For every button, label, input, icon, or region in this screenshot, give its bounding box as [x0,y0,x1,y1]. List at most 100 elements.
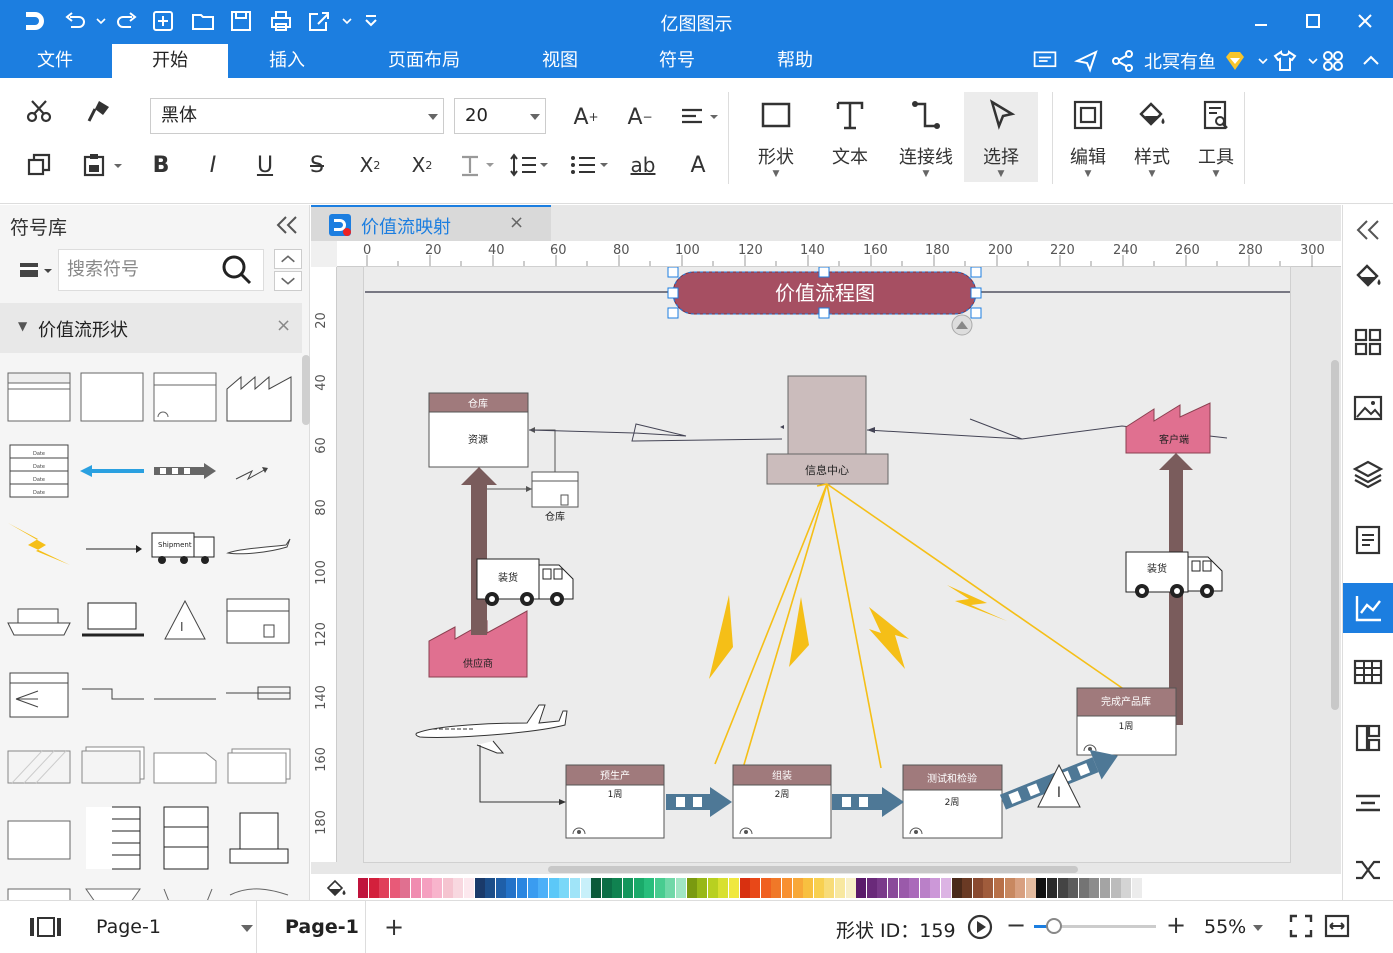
text-button[interactable]: 文本 [818,92,882,182]
color-swatch[interactable] [538,878,549,898]
user-dropdown-icon[interactable] [1250,48,1268,74]
color-swatch[interactable] [888,878,898,898]
strikethrough-icon[interactable]: S [302,150,332,180]
color-swatch[interactable] [707,878,718,898]
color-swatch[interactable] [1036,878,1047,898]
open-folder-icon[interactable] [190,8,216,34]
expand-panel-icon[interactable] [1351,213,1385,247]
color-swatch[interactable] [559,878,570,898]
subscript-icon[interactable]: X2 [406,150,438,180]
value-stream-diagram[interactable]: 价值流程图 仓库 资源 仓库 信息中心 客户端 供应商 装货 装货 预生产 1周… [337,267,1341,862]
apps-grid-icon[interactable] [1320,48,1346,74]
color-swatch[interactable] [665,878,676,898]
color-swatch[interactable] [411,878,421,898]
color-swatch[interactable] [623,878,633,898]
format-painter-icon[interactable] [84,96,114,126]
image-icon[interactable] [1351,391,1385,425]
color-swatch[interactable] [866,878,877,898]
style-button[interactable]: 样式 ▼ [1120,92,1184,182]
color-swatch[interactable] [432,878,443,898]
user-name[interactable]: 北冥有鱼 [1144,48,1216,74]
page-dropdown-icon[interactable] [240,923,254,933]
library-manager-icon[interactable] [16,257,56,285]
play-icon[interactable] [966,913,994,941]
color-swatch[interactable] [835,878,845,898]
color-swatch[interactable] [591,878,602,898]
line-spacing-icon[interactable] [506,150,550,180]
color-swatch[interactable] [994,878,1004,898]
color-swatch[interactable] [506,878,517,898]
collapse-panel-icon[interactable] [274,213,300,237]
color-swatch[interactable] [358,878,368,898]
color-swatch[interactable] [898,878,909,898]
color-swatch[interactable] [1047,878,1057,898]
edit-button[interactable]: 编辑 ▼ [1056,92,1120,182]
zoom-dropdown-icon[interactable] [1252,923,1264,933]
color-swatch[interactable] [792,878,803,898]
vip-diamond-icon[interactable] [1222,48,1248,74]
menu-file[interactable]: 文件 [0,44,110,78]
color-swatch[interactable] [580,878,591,898]
color-swatch[interactable] [442,878,453,898]
color-swatch[interactable] [1121,878,1132,898]
color-swatch[interactable] [856,878,867,898]
underline-icon[interactable]: U [250,150,280,180]
color-swatch[interactable] [750,878,761,898]
italic-icon[interactable]: I [198,150,228,180]
font-grow-icon[interactable]: A + [570,102,602,132]
close-tab-icon[interactable]: × [509,212,524,233]
add-page-icon[interactable]: + [384,913,404,941]
send-icon[interactable] [1073,48,1100,74]
color-swatch[interactable] [813,878,824,898]
font-size-select[interactable]: 20 [454,98,546,134]
print-icon[interactable] [268,8,294,34]
color-swatch[interactable] [421,878,432,898]
color-swatch[interactable] [400,878,411,898]
scroll-up-icon[interactable] [274,249,302,269]
menu-help[interactable]: 帮助 [740,44,850,78]
menu-symbols[interactable]: 符号 [622,44,732,78]
library-section-header[interactable]: ▼ 价值流形状 × [0,303,302,353]
tools-button[interactable]: 工具 ▼ [1184,92,1248,182]
zoom-level[interactable]: 55% [1204,916,1246,938]
menu-insert[interactable]: 插入 [232,44,342,78]
cut-icon[interactable] [24,96,54,126]
collapse-ribbon-icon[interactable] [1358,48,1384,74]
color-swatch[interactable] [1131,878,1142,898]
color-swatch[interactable] [760,878,771,898]
superscript-icon[interactable]: X2 [354,150,386,180]
paste-dropdown-icon[interactable] [112,156,124,176]
color-swatch[interactable] [464,878,474,898]
color-swatch[interactable] [803,878,814,898]
export-icon[interactable] [306,8,332,34]
new-file-icon[interactable] [150,8,176,34]
shape-grid[interactable]: Date Date Date Date Shipment I [0,355,302,900]
color-swatch[interactable] [612,878,623,898]
color-swatch[interactable] [718,878,729,898]
undo-dropdown-icon[interactable] [88,8,106,34]
color-swatch[interactable] [495,878,506,898]
export-dropdown-icon[interactable] [334,8,352,34]
page-select[interactable]: Page-1 [96,916,161,938]
paste-icon[interactable] [80,150,110,180]
color-swatch[interactable] [453,878,464,898]
color-swatch[interactable] [1110,878,1121,898]
undo-icon[interactable] [62,8,88,34]
skin-dropdown-icon[interactable] [1300,48,1318,74]
bold-icon[interactable]: B [146,150,176,180]
color-swatch[interactable] [909,878,920,898]
fit-width-icon[interactable] [1324,913,1350,939]
color-swatch[interactable] [845,878,856,898]
customize-toolbar-icon[interactable] [358,8,384,34]
text-style-icon[interactable] [454,150,498,180]
color-swatch[interactable] [697,878,708,898]
color-swatch[interactable] [601,878,612,898]
redo-icon[interactable] [114,8,140,34]
color-swatch[interactable] [877,878,888,898]
table-icon[interactable] [1351,655,1385,689]
zoom-in-icon[interactable]: + [1166,911,1186,939]
scroll-down-icon[interactable] [274,271,302,291]
color-swatch[interactable] [972,878,983,898]
color-swatch[interactable] [527,878,538,898]
color-swatch[interactable] [633,878,644,898]
